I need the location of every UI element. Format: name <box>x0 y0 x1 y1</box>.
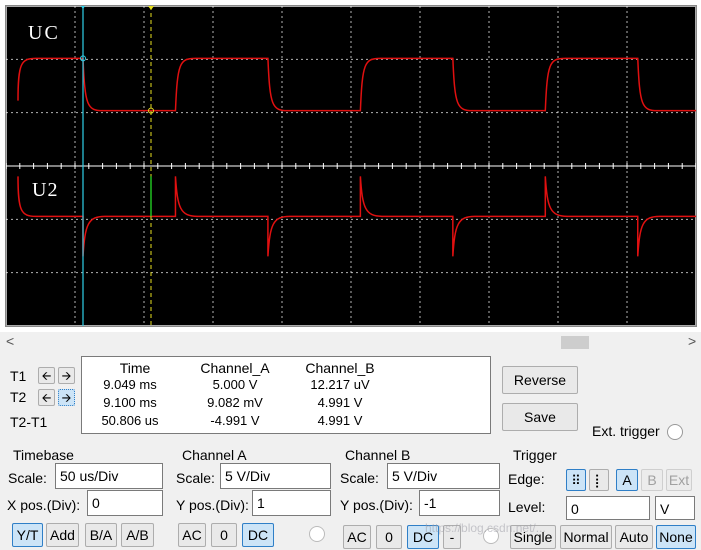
t1-label: T1 <box>10 368 27 384</box>
mode-a-b-button[interactable]: A/B <box>121 523 154 547</box>
channel-b-ypos-input[interactable]: -1 <box>419 490 500 516</box>
mode-b-a-button[interactable]: B/A <box>85 523 117 547</box>
t1-right-arrow-icon[interactable]: 🡪 <box>58 367 75 384</box>
t1-channel-a: 5.000 V <box>212 377 258 392</box>
uc-trace <box>17 57 696 112</box>
trigger-source-b-button[interactable]: B <box>641 469 663 491</box>
trigger-edge-label: Edge: <box>508 471 545 487</box>
falling-edge-icon[interactable]: ⡇ <box>589 469 609 491</box>
channel-a-section: Channel A Scale: 5 V/Div Y pos.(Div): 1 … <box>172 444 337 550</box>
scroll-thumb[interactable] <box>561 336 589 349</box>
channel-b-scale-input[interactable]: 5 V/Div <box>387 463 500 489</box>
t2-time: 9.100 ms <box>103 395 157 410</box>
waveform-plot <box>5 2 697 326</box>
timebase-xpos-label: X pos.(Div): <box>7 497 81 513</box>
t2-channel-b: 4.991 V <box>317 395 363 410</box>
channel-a-radio[interactable] <box>309 526 325 542</box>
channel-a-ypos-input[interactable]: 1 <box>252 490 331 516</box>
timebase-xpos-input[interactable]: 0 <box>87 490 163 516</box>
rising-edge-icon[interactable]: ⠿ <box>566 469 586 491</box>
t1-channel-b: 12.217 uV <box>310 377 370 392</box>
channel-b-title: Channel B <box>345 447 411 463</box>
channel-b-scale-label: Scale: <box>340 470 379 486</box>
oscilloscope-screen[interactable]: UC U2 <box>5 2 697 327</box>
channel-a-scale-label: Scale: <box>176 470 215 486</box>
u2-trace <box>17 176 696 257</box>
t2-right-arrow-icon[interactable]: 🡪 <box>58 389 75 406</box>
channel-a-ac-button[interactable]: AC <box>178 523 206 547</box>
channel-b-ac-button[interactable]: AC <box>343 525 371 549</box>
channel-a-title: Channel A <box>182 447 247 463</box>
header-time: Time <box>119 360 151 376</box>
timebase-scale-label: Scale: <box>8 470 47 486</box>
t1-time: 9.049 ms <box>103 377 157 392</box>
trigger-source-a-button[interactable]: A <box>616 469 638 491</box>
t2-label: T2 <box>10 389 27 405</box>
watermark-text: https://blog.csdn.net/... <box>425 521 546 535</box>
t2-channel-a: 9.082 mV <box>207 395 263 410</box>
channel-a-ypos-label: Y pos.(Div): <box>176 497 249 513</box>
trace-label-u2: U2 <box>32 179 59 201</box>
trigger-level-label: Level: <box>508 499 546 515</box>
channel-a-zero-button[interactable]: 0 <box>211 523 237 547</box>
cursor-selector-panel: T1 T2 T2-T1 🡨 🡪 🡨 🡪 <box>5 356 77 434</box>
horizontal-scrollbar[interactable]: < > <box>0 332 701 352</box>
delta-channel-b: 4.991 V <box>317 413 363 428</box>
scroll-right-arrow[interactable]: > <box>688 333 696 349</box>
header-channel-b: Channel_B <box>305 360 375 376</box>
trigger-source-ext-button[interactable]: Ext <box>666 469 692 491</box>
save-button[interactable]: Save <box>502 403 578 431</box>
cursor-readout-table: Time Channel_A Channel_B 9.049 ms 5.000 … <box>81 356 491 434</box>
t2-left-arrow-icon[interactable]: 🡨 <box>38 389 55 406</box>
channel-a-scale-input[interactable]: 5 V/Div <box>220 463 331 489</box>
timebase-section: Timebase Scale: 50 us/Div X pos.(Div): 0… <box>5 444 175 550</box>
header-channel-a: Channel_A <box>200 360 270 376</box>
mode-add-button[interactable]: Add <box>46 523 79 547</box>
trigger-level-unit[interactable]: V <box>655 496 695 520</box>
ext-trigger-radio[interactable] <box>667 424 683 440</box>
reverse-button[interactable]: Reverse <box>502 366 578 394</box>
ext-trigger-label: Ext. trigger <box>592 423 660 439</box>
trigger-title: Trigger <box>513 447 557 463</box>
timebase-scale-input[interactable]: 50 us/Div <box>55 463 163 489</box>
timebase-title: Timebase <box>13 447 74 463</box>
t1-left-arrow-icon[interactable]: 🡨 <box>38 367 55 384</box>
delta-time: 50.806 us <box>101 413 159 428</box>
channel-a-dc-button[interactable]: DC <box>242 523 274 547</box>
scope-display-area: UC U2 <box>0 0 701 332</box>
channel-b-zero-button[interactable]: 0 <box>376 525 402 549</box>
mode-yt-button[interactable]: Y/T <box>12 523 43 547</box>
channel-b-ypos-label: Y pos.(Div): <box>340 497 413 513</box>
trace-label-uc: UC <box>28 22 60 44</box>
t2-t1-label: T2-T1 <box>10 414 48 430</box>
delta-channel-a: -4.991 V <box>210 413 260 428</box>
trigger-level-input[interactable]: 0 <box>566 496 650 520</box>
scroll-left-arrow[interactable]: < <box>6 333 14 349</box>
